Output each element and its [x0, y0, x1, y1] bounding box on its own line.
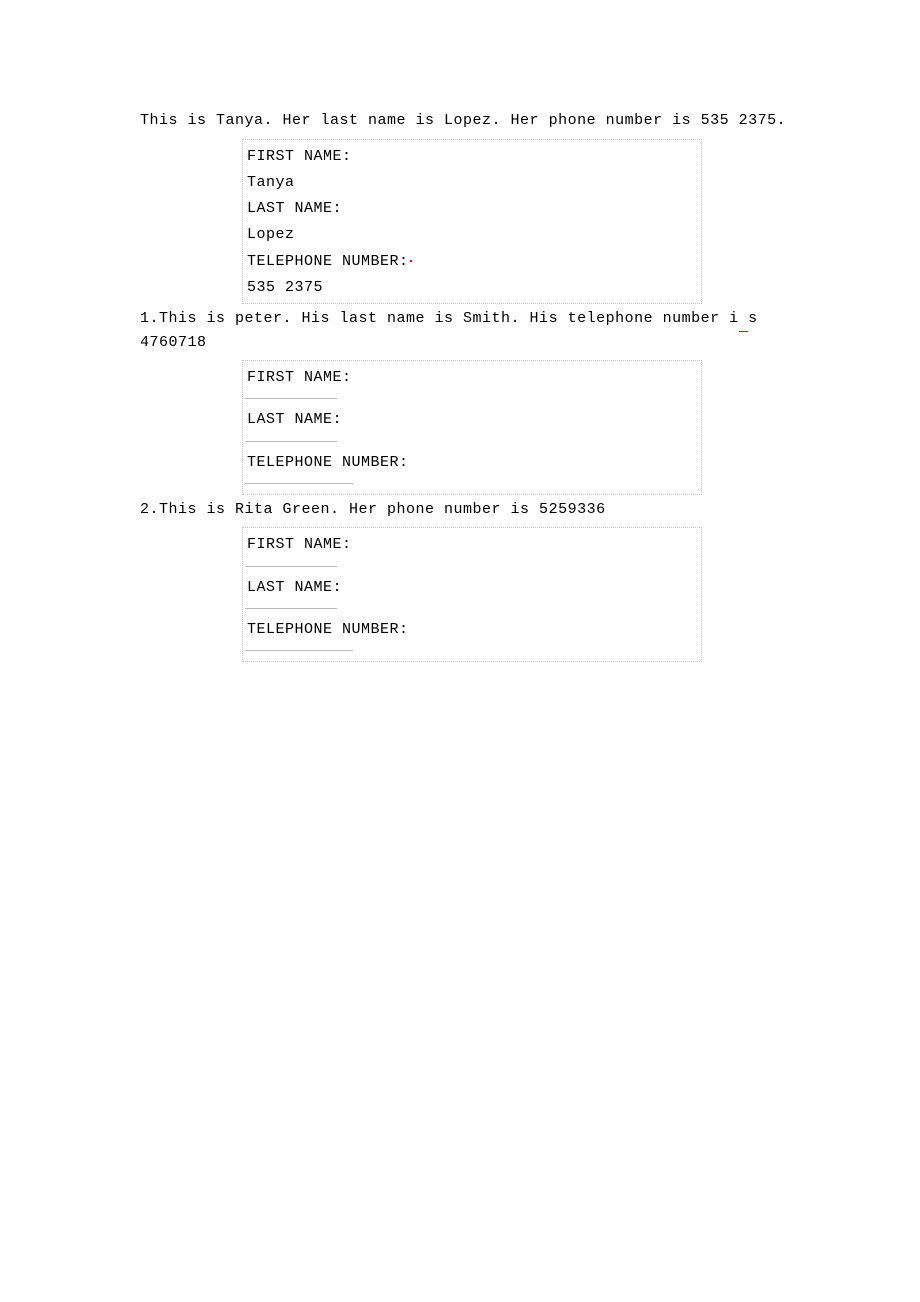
- telephone-label-1: TELEPHONE NUMBER:: [247, 450, 697, 476]
- blank-line-tel-2: [245, 649, 353, 651]
- worksheet-page: This is Tanya. Her last name is Lopez. H…: [0, 0, 920, 662]
- telephone-label-0: TELEPHONE NUMBER:: [247, 249, 697, 275]
- form-box-1: FIRST NAME: LAST NAME: TELEPHONE NUMBER:: [242, 360, 702, 495]
- last-name-label-2: LAST NAME:: [247, 575, 697, 601]
- intro-text-1: 1.This is peter. His last name is Smith.…: [140, 308, 820, 354]
- blank-line-tel-1: [245, 482, 353, 484]
- telephone-value-0: 535 2375: [247, 275, 697, 301]
- blank-line-last-1: [245, 440, 337, 442]
- intro-2: 2.This is Rita Green. Her phone number i…: [140, 501, 606, 518]
- blank-line-first-2: [245, 565, 337, 567]
- first-name-value-0: Tanya: [247, 170, 697, 196]
- blank-line-last-2: [245, 607, 337, 609]
- form-box-2: FIRST NAME: LAST NAME: TELEPHONE NUMBER:: [242, 527, 702, 662]
- first-name-label-1: FIRST NAME:: [247, 365, 697, 391]
- last-name-label-0: LAST NAME:: [247, 196, 697, 222]
- intro-1-pre: 1.This is peter. His last name is Smith.…: [140, 310, 739, 327]
- first-name-label-2: FIRST NAME:: [247, 532, 697, 558]
- intro-text-0: This is Tanya. Her last name is Lopez. H…: [140, 110, 820, 133]
- form-box-0: FIRST NAME: Tanya LAST NAME: Lopez TELEP…: [242, 139, 702, 305]
- blank-line-first-1: [245, 397, 337, 399]
- intro-text-2: 2.This is Rita Green. Her phone number i…: [140, 499, 820, 522]
- telephone-label-text-0: TELEPHONE NUMBER:: [247, 253, 409, 270]
- red-underline-icon: [739, 308, 749, 332]
- first-name-label-0: FIRST NAME:: [247, 144, 697, 170]
- red-dot-icon: [410, 260, 412, 262]
- telephone-label-2: TELEPHONE NUMBER:: [247, 617, 697, 643]
- last-name-label-1: LAST NAME:: [247, 407, 697, 433]
- intro-0: This is Tanya. Her last name is Lopez. H…: [140, 112, 786, 129]
- last-name-value-0: Lopez: [247, 222, 697, 248]
